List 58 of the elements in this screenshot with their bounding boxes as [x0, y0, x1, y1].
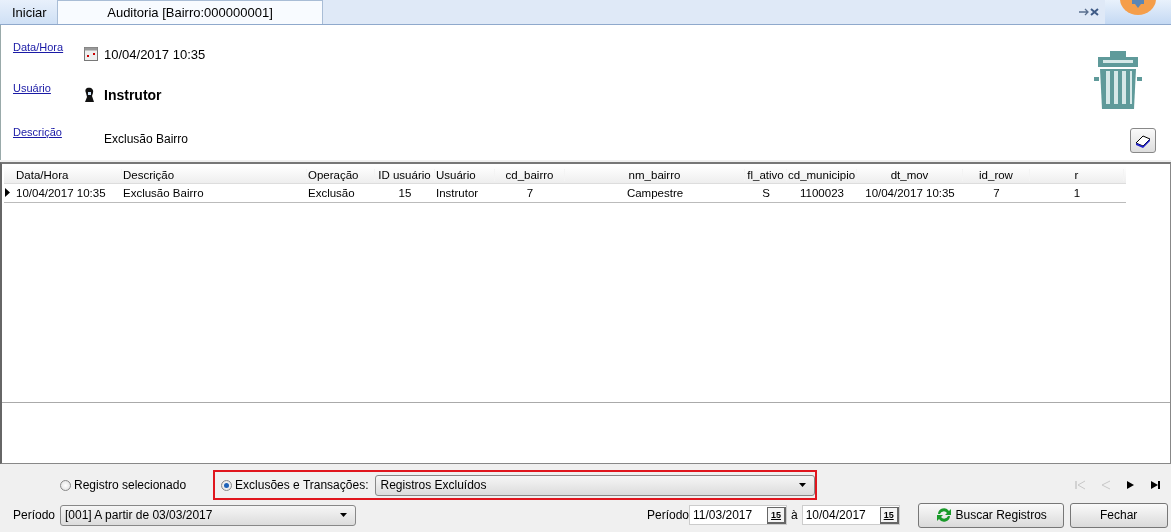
radio-option[interactable]: Registro selecionado: [60, 478, 187, 492]
table-cell-text: 10/04/2017 10:35: [864, 187, 956, 199]
mode-dropdown[interactable]: Registros Excluídos: [375, 474, 816, 496]
range-separator: à: [791, 508, 798, 522]
column-header[interactable]: ID usuário: [375, 168, 435, 181]
pin-arrow-icon[interactable]: [1079, 8, 1089, 16]
next-icon: [1124, 479, 1136, 491]
column-header[interactable]: Operação: [307, 168, 375, 181]
date-picker-button[interactable]: 15: [767, 506, 786, 524]
close-icon[interactable]: [1090, 8, 1099, 16]
first-icon: [1074, 479, 1086, 491]
column-header[interactable]: dt_mov: [857, 168, 963, 181]
table-cell-text: S: [761, 187, 771, 199]
refresh-icon: [934, 507, 953, 523]
close-button[interactable]: Fechar: [1069, 502, 1168, 528]
period-label: Período: [13, 508, 57, 522]
field-value: Instrutor: [104, 87, 162, 103]
table-cell-text: Campestre: [625, 187, 685, 199]
column-header[interactable]: Data/Hora: [4, 168, 122, 181]
field-value: 10/04/2017 10:35: [104, 46, 206, 62]
table-cell-text: Instrutor: [435, 187, 480, 199]
table-cell-text: 7: [992, 187, 1001, 199]
date-field[interactable]: 10/04/2017 15: [801, 505, 900, 525]
prev-icon: [1099, 479, 1111, 491]
field-link[interactable]: Descrição: [13, 126, 84, 138]
date-field[interactable]: 11/03/2017 15: [689, 505, 787, 525]
user-icon: [84, 87, 96, 103]
clear-button[interactable]: [1130, 128, 1156, 153]
column-header[interactable]: cd_municipio: [787, 168, 857, 181]
period-dropdown[interactable]: [001] A partir de 03/03/2017: [60, 504, 356, 526]
field-value: Exclusão Bairro: [104, 132, 189, 146]
field-link[interactable]: Usuário: [13, 82, 84, 94]
table-cell-text: 1: [1072, 187, 1082, 199]
field-link[interactable]: Data/Hora: [13, 41, 84, 53]
tab[interactable]: Auditoria [Bairro:000000001]: [57, 0, 323, 24]
column-header[interactable]: Descrição: [122, 168, 307, 181]
date-picker-button[interactable]: 15: [879, 506, 899, 524]
table-cell-text: Exclusão Bairro: [122, 187, 205, 199]
caret-icon: [340, 513, 347, 517]
caret-icon: [799, 483, 807, 487]
column-header[interactable]: Usuário: [435, 168, 495, 181]
table-cell-text: 10/04/2017 10:35: [15, 187, 107, 199]
table-cell-text: Exclusão: [307, 187, 356, 199]
column-header[interactable]: fl_ativo: [745, 168, 787, 181]
tab[interactable]: Iniciar: [0, 0, 57, 24]
column-header[interactable]: id_row: [963, 168, 1030, 181]
last-icon: [1149, 479, 1161, 491]
table-cell-text: 7: [525, 187, 535, 199]
table-cell-text: 15: [397, 187, 413, 199]
column-header[interactable]: nm_bairro: [565, 168, 745, 181]
eraser-icon: [1134, 133, 1152, 148]
calendar-icon: [84, 47, 98, 61]
table-cell-text: 1100023: [799, 187, 845, 199]
period-label: Período: [647, 508, 689, 522]
column-header[interactable]: cd_bairro: [495, 168, 565, 181]
column-header[interactable]: r: [1030, 168, 1124, 181]
search-button[interactable]: Buscar Registros: [917, 502, 1064, 528]
radio-option[interactable]: Exclusões e Transações:: [221, 478, 369, 492]
